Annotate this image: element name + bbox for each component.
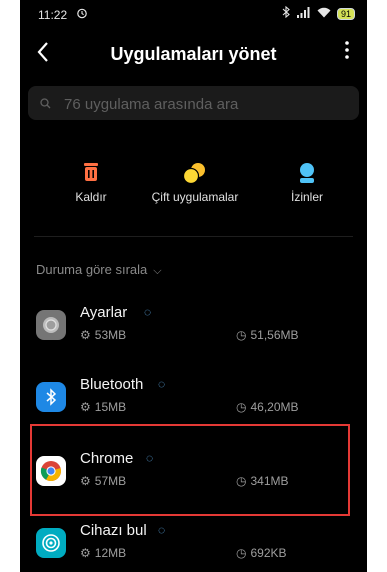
screen: 11:22 91 Uygulamaları yönet 76 uygulama … [20, 0, 367, 572]
app-cache: ◷ 692KB [236, 546, 287, 560]
app-name: Cihazı bul [80, 522, 147, 539]
app-size: ⚙ 12MB [80, 546, 126, 560]
status-bar: 11:22 91 [38, 5, 355, 24]
app-size: ⚙ 15MB [80, 400, 126, 414]
divider [34, 236, 353, 237]
storage-icon: ⚙ [80, 546, 91, 560]
app-cache-value: 692KB [250, 546, 287, 560]
more-options-icon[interactable] [345, 38, 349, 66]
app-size-value: 12MB [94, 546, 127, 560]
permissions-label: İzinler [290, 190, 323, 204]
permissions-button[interactable]: İzinler [252, 162, 362, 204]
clock-icon: ◷ [236, 328, 247, 342]
storage-icon: ⚙ [80, 328, 91, 342]
list-item[interactable]: Cihazı bul ◌ ⚙ 12MB ◷ 692KB [20, 520, 367, 572]
wifi-icon [317, 7, 331, 21]
dual-apps-button[interactable]: Çift uygulamalar [140, 162, 250, 204]
app-name: Bluetooth [80, 376, 144, 393]
app-size: ⚙ 53MB [80, 328, 126, 342]
bluetooth-status-icon [282, 5, 291, 21]
app-cache: ◷ 51,56MB [236, 328, 299, 342]
uninstall-button[interactable]: Kaldır [36, 162, 146, 204]
settings-app-icon [36, 310, 66, 340]
app-cache: ◷ 46,20MB [236, 400, 299, 414]
sparkle-icon: ◌ [158, 377, 166, 391]
highlight-box [30, 424, 350, 516]
search-input[interactable] [62, 86, 349, 122]
battery-icon: 91 [336, 7, 355, 20]
app-size-value: 15MB [94, 400, 127, 414]
clock-icon: ◷ [236, 400, 247, 414]
status-time: 11:22 [38, 8, 68, 22]
permissions-icon [252, 162, 362, 184]
find-device-app-icon [36, 528, 66, 558]
dual-apps-label: Çift uygulamalar [151, 190, 239, 204]
sparkle-icon: ◌ [144, 305, 152, 319]
app-cache-value: 46,20MB [250, 400, 299, 414]
alarm-icon [76, 7, 88, 22]
search-bar[interactable] [28, 86, 359, 122]
sort-dropdown[interactable]: Duruma göre sırala ⌵ [36, 262, 162, 278]
dual-apps-icon [140, 162, 250, 185]
sort-label: Duruma göre sırala [36, 262, 148, 277]
bluetooth-app-icon [36, 382, 66, 412]
app-size-value: 53MB [94, 328, 127, 342]
trash-icon [36, 162, 146, 184]
signal-icon [296, 6, 311, 21]
uninstall-label: Kaldır [75, 190, 107, 204]
clock-icon: ◷ [236, 546, 247, 560]
storage-icon: ⚙ [80, 400, 91, 414]
search-icon [40, 96, 51, 109]
sparkle-icon: ◌ [158, 523, 166, 537]
action-row: Kaldır Çift uygulamalar İzinler [20, 162, 367, 212]
list-item[interactable]: Ayarlar ◌ ⚙ 53MB ◷ 51,56MB [20, 302, 367, 366]
page-title: Uygulamaları yönet [110, 44, 277, 64]
chevron-down-icon: ⌵ [153, 265, 162, 277]
app-header: Uygulamaları yönet [20, 38, 367, 74]
app-name: Ayarlar [80, 304, 128, 321]
app-cache-value: 51,56MB [250, 328, 299, 342]
